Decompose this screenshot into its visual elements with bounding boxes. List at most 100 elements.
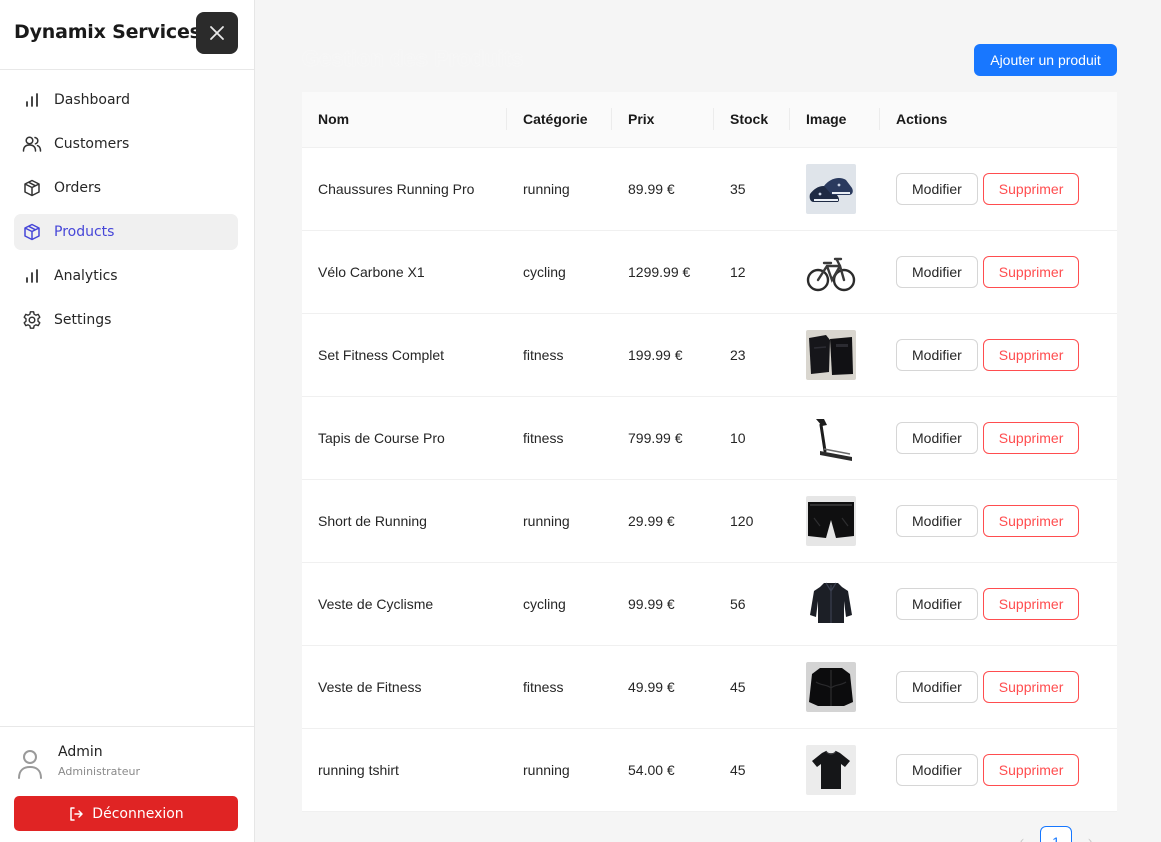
product-stock: 56: [730, 595, 746, 612]
users-icon: [22, 134, 42, 154]
product-image-cell: [790, 313, 880, 396]
edit-button[interactable]: Modifier: [896, 338, 978, 371]
product-price: 1299.99 €: [628, 263, 691, 280]
delete-button[interactable]: Supprimer: [982, 504, 1080, 537]
product-image-cell: [790, 728, 880, 811]
product-image: [806, 661, 856, 712]
sidebar-item-customers[interactable]: Customers: [14, 126, 238, 162]
column-header-stock[interactable]: Stock: [714, 92, 790, 148]
product-image: [806, 412, 856, 463]
product-name: Tapis de Course Pro: [318, 429, 445, 446]
product-category: running: [523, 180, 570, 197]
product-price: 199.99 €: [628, 346, 683, 363]
product-category: cycling: [523, 595, 566, 612]
product-price: 99.99 €: [628, 595, 675, 612]
bar-chart-icon: [22, 266, 42, 286]
column-header-actions: Actions: [880, 92, 1117, 148]
product-price: 49.99 €: [628, 678, 675, 695]
product-name: Chaussures Running Pro: [318, 180, 475, 197]
products-table: Nom Catégorie Prix Stock Image Actions C…: [302, 92, 1117, 812]
table-row: Chaussures Running Pro running 89.99 € 35 Mo…: [302, 147, 1117, 230]
edit-button[interactable]: Modifier: [896, 753, 978, 786]
product-price: 89.99 €: [628, 180, 675, 197]
table-row: Short de Running running 29.99 € 120 Modifie…: [302, 479, 1117, 562]
edit-button[interactable]: Modifier: [896, 172, 978, 205]
bar-chart-icon: [22, 90, 42, 110]
delete-button[interactable]: Supprimer: [982, 255, 1080, 288]
close-sidebar-button[interactable]: [196, 12, 238, 54]
table-row: Tapis de Course Pro fitness 799.99 € 10 Modi…: [302, 396, 1117, 479]
close-icon: [210, 26, 224, 40]
delete-button[interactable]: Supprimer: [982, 421, 1080, 454]
product-name: Short de Running: [318, 512, 427, 529]
column-header-category[interactable]: Catégorie: [507, 92, 612, 148]
product-image-cell: [790, 396, 880, 479]
product-category: cycling: [523, 263, 566, 280]
product-price: 54.00 €: [628, 761, 675, 778]
product-price: 799.99 €: [628, 429, 683, 446]
package-icon: [22, 178, 42, 198]
edit-button[interactable]: Modifier: [896, 587, 978, 620]
delete-button[interactable]: Supprimer: [982, 753, 1080, 786]
user-icon: [18, 750, 42, 779]
sidebar-footer: Admin Administrateur Déconnexion: [0, 726, 254, 842]
product-image: [806, 246, 856, 297]
delete-button[interactable]: Supprimer: [982, 587, 1080, 620]
package-icon: [22, 222, 42, 242]
brand-title: Dynamix Services: [14, 21, 201, 43]
sidebar-item-label: Orders: [54, 180, 102, 196]
product-image-cell: [790, 230, 880, 313]
product-price: 29.99 €: [628, 512, 675, 529]
product-category: fitness: [523, 429, 564, 446]
user-role: Administrateur: [58, 765, 140, 778]
edit-button[interactable]: Modifier: [896, 255, 978, 288]
pagination: ‹ 1 ›: [1010, 826, 1102, 842]
edit-button[interactable]: Modifier: [896, 670, 978, 703]
table-row: Vélo Carbone X1 cycling 1299.99 € 12 Modifie…: [302, 230, 1117, 313]
sidebar-item-products[interactable]: Products: [14, 214, 238, 250]
product-image: [806, 744, 856, 795]
sidebar-item-label: Products: [54, 224, 115, 240]
product-actions: Modifier Supprimer: [880, 313, 1117, 396]
avatar: [16, 747, 44, 779]
logout-icon: [70, 806, 84, 821]
product-stock: 120: [730, 512, 754, 529]
next-page-icon[interactable]: ›: [1078, 826, 1102, 842]
product-name: Veste de Fitness: [318, 678, 422, 695]
page-number-current[interactable]: 1: [1040, 826, 1072, 842]
column-header-name[interactable]: Nom: [302, 92, 507, 148]
product-actions: Modifier Supprimer: [880, 147, 1117, 230]
sidebar-header: Dynamix Services: [0, 0, 254, 70]
table-row: Veste de Cyclisme cycling 99.99 € 56 Modifie…: [302, 562, 1117, 645]
product-category: fitness: [523, 346, 564, 363]
sidebar-item-orders[interactable]: Orders: [14, 170, 238, 206]
sidebar-item-label: Customers: [54, 136, 130, 152]
product-actions: Modifier Supprimer: [880, 230, 1117, 313]
product-name: Vélo Carbone X1: [318, 263, 425, 280]
sidebar-item-label: Analytics: [54, 268, 118, 284]
product-name: Set Fitness Complet: [318, 346, 445, 363]
gear-icon: [22, 310, 42, 330]
sidebar-item-analytics[interactable]: Analytics: [14, 258, 238, 294]
product-category: running: [523, 761, 570, 778]
product-image: [806, 163, 856, 214]
add-product-button[interactable]: Ajouter un produit: [974, 44, 1117, 76]
user-name: Admin: [58, 744, 103, 760]
delete-button[interactable]: Supprimer: [982, 338, 1080, 371]
sidebar-item-dashboard[interactable]: Dashboard: [14, 82, 238, 118]
product-image: [806, 329, 856, 380]
edit-button[interactable]: Modifier: [896, 421, 978, 454]
product-image: [806, 495, 856, 546]
product-stock: 23: [730, 346, 746, 363]
sidebar-item-settings[interactable]: Settings: [14, 302, 238, 338]
column-header-price[interactable]: Prix: [612, 92, 714, 148]
logout-button[interactable]: Déconnexion: [14, 796, 238, 831]
product-actions: Modifier Supprimer: [880, 562, 1117, 645]
product-category: fitness: [523, 678, 564, 695]
product-actions: Modifier Supprimer: [880, 396, 1117, 479]
prev-page-icon[interactable]: ‹: [1010, 826, 1034, 842]
edit-button[interactable]: Modifier: [896, 504, 978, 537]
delete-button[interactable]: Supprimer: [982, 670, 1080, 703]
product-image-cell: [790, 479, 880, 562]
delete-button[interactable]: Supprimer: [982, 172, 1080, 205]
